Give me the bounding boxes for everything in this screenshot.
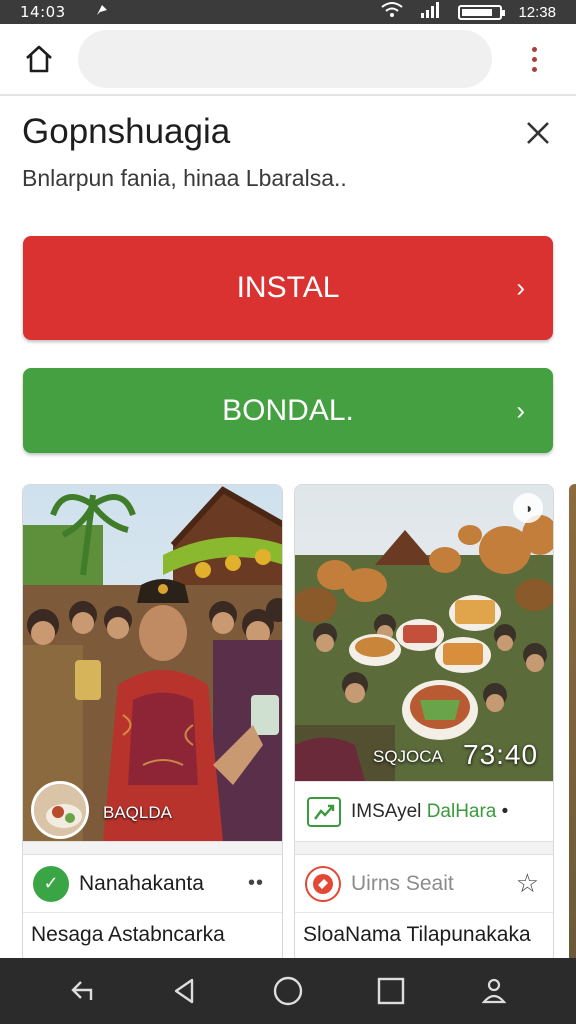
- close-icon: [527, 122, 549, 144]
- feed-card[interactable]: BAQLDA ✓ Nanahakanta •• Nesaga Astabncar…: [22, 484, 283, 964]
- banner-text: IMSAyel DalHara •: [351, 801, 508, 823]
- battery-icon: [458, 4, 506, 20]
- app-row[interactable]: Uirns Seait ☆: [295, 855, 553, 913]
- feed-card[interactable]: ◑ SQJOCA 73:40 IMSAyel DalHara • Uirns S…: [294, 484, 554, 964]
- home-nav-button[interactable]: [260, 963, 316, 1019]
- banner-prefix: IMSAyel: [351, 800, 427, 822]
- check-icon: ✓: [33, 865, 69, 902]
- status-bar: 14:03 12:38: [0, 0, 576, 24]
- browser-toolbar: [0, 24, 576, 96]
- overlay-label: SQJOCA: [373, 747, 443, 766]
- signal-icon: [420, 1, 442, 23]
- avatar[interactable]: [31, 781, 89, 839]
- back-button[interactable]: [157, 963, 213, 1019]
- url-field[interactable]: [78, 30, 492, 88]
- status-right: 12:38: [380, 1, 556, 23]
- banner-suffix: •: [496, 800, 509, 822]
- back-arrow-icon: [70, 981, 92, 1000]
- info-icon[interactable]: ◑: [513, 493, 543, 523]
- overlay-count: 73:40: [463, 739, 539, 770]
- system-nav-bar: [0, 958, 576, 1024]
- app-name: Uirns Seait: [351, 871, 454, 895]
- more-menu-button[interactable]: [492, 23, 576, 95]
- divider: [295, 841, 553, 855]
- page-subtitle: Bnlarpun fania, hinaa Lbaralsa..: [22, 165, 347, 191]
- more-vert-icon: [531, 46, 537, 72]
- brand-logo-icon: [305, 865, 341, 902]
- card-title: Nesaga Astabncarka: [31, 923, 225, 946]
- app-name-text: Nanahakanta: [79, 871, 204, 895]
- status-time-left: 14:03: [20, 3, 66, 21]
- download-button-label: BONDAL.: [222, 393, 354, 427]
- recents-button[interactable]: [363, 963, 419, 1019]
- download-button[interactable]: BONDAL. ›: [23, 368, 553, 453]
- close-button[interactable]: [518, 113, 558, 153]
- app-name: Nanahakanta: [79, 872, 204, 896]
- next-card-peek[interactable]: [569, 484, 576, 964]
- bookmark-star-icon[interactable]: ☆: [516, 868, 539, 899]
- banner-highlight: DalHara: [426, 800, 497, 822]
- back-triangle-icon: [174, 978, 193, 1004]
- screen: 14:03 12:38 Gopnshuagia Bnlarpun fania, …: [0, 0, 576, 1024]
- chevron-right-icon: ›: [516, 395, 525, 425]
- chevron-right-icon: ›: [516, 272, 525, 303]
- install-button-label: INSTAL: [236, 271, 340, 304]
- install-button[interactable]: INSTAL ›: [23, 236, 553, 340]
- status-time-right: 12:38: [518, 3, 556, 21]
- home-button[interactable]: [0, 23, 78, 95]
- card-photo[interactable]: BAQLDA: [23, 485, 282, 841]
- more-horiz-button[interactable]: ••: [248, 872, 264, 895]
- profile-icon: [481, 978, 507, 1004]
- card-photo[interactable]: ◑ SQJOCA 73:40 IMSAyel DalHara •: [295, 485, 553, 841]
- home-circle-icon: [273, 976, 303, 1006]
- page-title: Gopnshuagia: [22, 112, 231, 151]
- image-caption: BAQLDA: [103, 803, 172, 822]
- divider: [23, 841, 282, 855]
- wifi-icon: [380, 1, 404, 23]
- recents-square-icon: [377, 977, 405, 1005]
- notification-icon: [94, 2, 110, 22]
- trend-chart-icon: [307, 796, 341, 827]
- back-arrow-button[interactable]: [54, 963, 110, 1019]
- card-title: SloaNama Tilapunakaka: [303, 923, 531, 946]
- home-icon: [26, 45, 52, 73]
- app-row[interactable]: ✓ Nanahakanta ••: [23, 855, 282, 913]
- profile-button[interactable]: [466, 963, 522, 1019]
- promo-banner[interactable]: IMSAyel DalHara •: [295, 781, 553, 841]
